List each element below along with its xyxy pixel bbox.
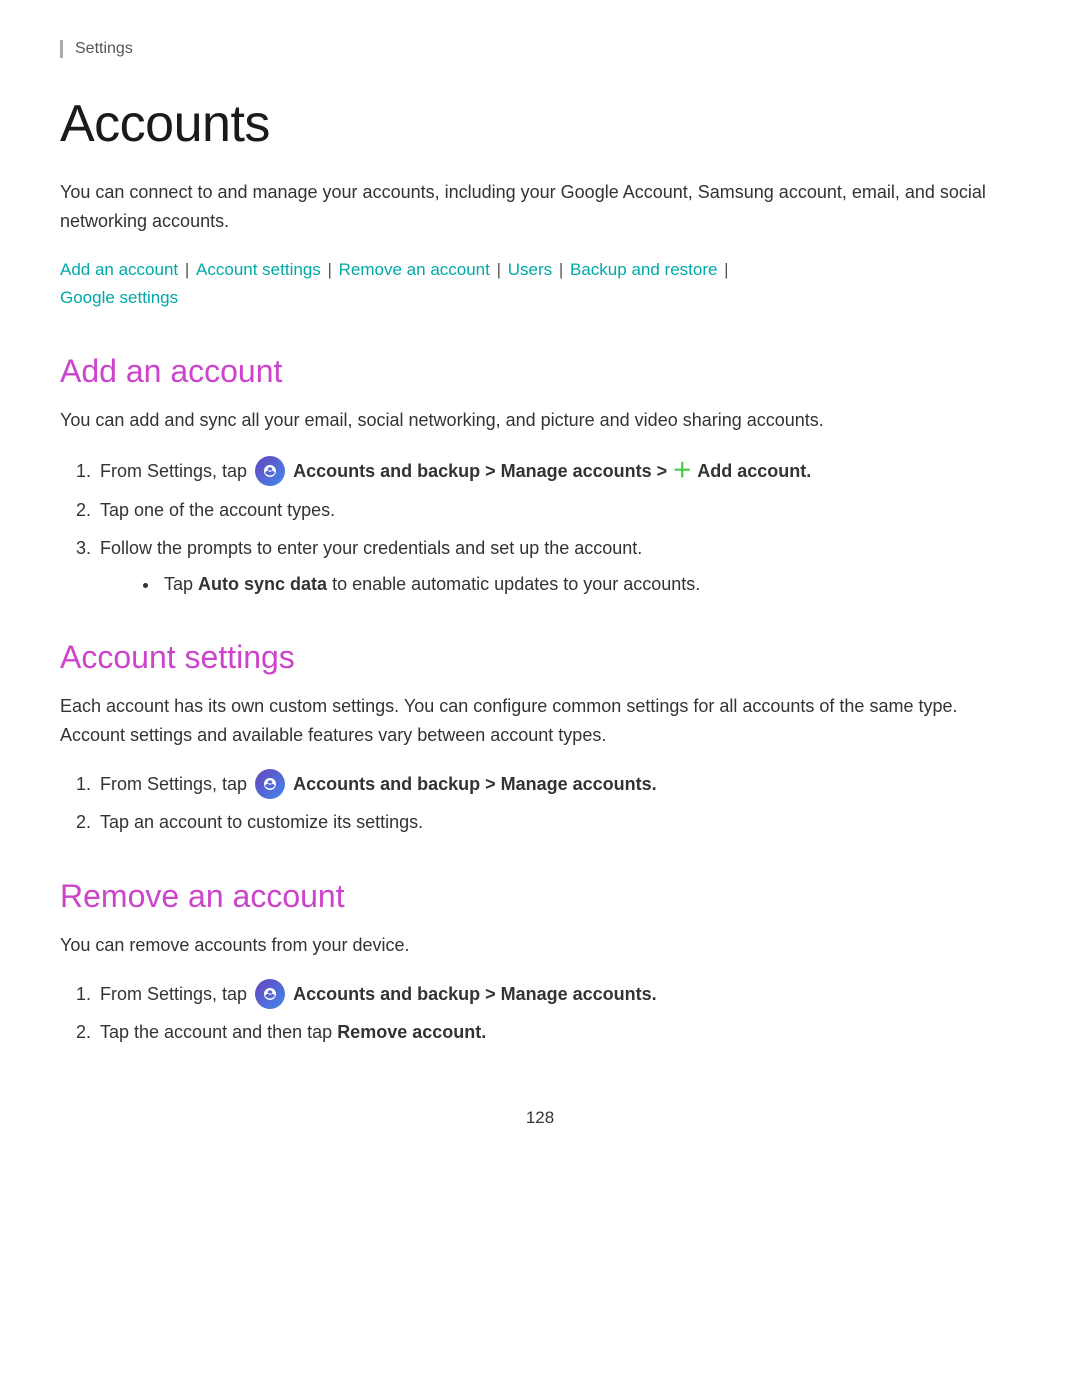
page-title: Accounts	[60, 94, 1020, 154]
step-item: Tap one of the account types.	[96, 496, 1020, 526]
step-item: Tap an account to customize its settings…	[96, 808, 1020, 838]
add-account-steps: From Settings, tap Accounts and backup >…	[96, 455, 1020, 599]
section-intro-settings: Each account has its own custom settings…	[60, 692, 1020, 750]
accounts-backup-icon-3	[255, 979, 285, 1009]
section-intro-add: You can add and sync all your email, soc…	[60, 406, 1020, 435]
step1-add-text: Add account.	[697, 461, 811, 481]
section-intro-remove: You can remove accounts from your device…	[60, 931, 1020, 960]
step-item: From Settings, tap Accounts and backup >…	[96, 980, 1020, 1010]
step-item: From Settings, tap Accounts and backup >…	[96, 455, 1020, 488]
bullet-item: Tap Auto sync data to enable automatic u…	[160, 570, 1020, 600]
step1-bold-text: Accounts and backup > Manage accounts >	[293, 461, 667, 481]
account-settings-steps: From Settings, tap Accounts and backup >…	[96, 770, 1020, 838]
step-item: From Settings, tap Accounts and backup >…	[96, 770, 1020, 800]
step-item: Follow the prompts to enter your credent…	[96, 534, 1020, 599]
section-heading-settings: Account settings	[60, 639, 1020, 676]
plus-icon: ＋	[672, 460, 692, 482]
section-remove-account: Remove an account You can remove account…	[60, 878, 1020, 1048]
quicklink-google-settings[interactable]: Google settings	[60, 288, 178, 307]
accounts-backup-icon	[255, 456, 285, 486]
intro-text: You can connect to and manage your accou…	[60, 178, 1020, 236]
separator: |	[323, 260, 337, 279]
separator: |	[492, 260, 506, 279]
bullet-list: Tap Auto sync data to enable automatic u…	[160, 570, 1020, 600]
quicklink-add-account[interactable]: Add an account	[60, 260, 178, 279]
separator: |	[180, 260, 194, 279]
quicklink-users[interactable]: Users	[508, 260, 552, 279]
step-item: Tap the account and then tap Remove acco…	[96, 1018, 1020, 1048]
separator: |	[554, 260, 568, 279]
remove-account-steps: From Settings, tap Accounts and backup >…	[96, 980, 1020, 1048]
quicklink-remove-account[interactable]: Remove an account	[339, 260, 490, 279]
section-add-account: Add an account You can add and sync all …	[60, 353, 1020, 599]
step1-settings-bold: Accounts and backup > Manage accounts.	[293, 774, 657, 794]
quicklink-backup[interactable]: Backup and restore	[570, 260, 717, 279]
section-heading-add: Add an account	[60, 353, 1020, 390]
section-heading-remove: Remove an account	[60, 878, 1020, 915]
separator: |	[719, 260, 728, 279]
quicklink-account-settings[interactable]: Account settings	[196, 260, 321, 279]
quick-links: Add an account | Account settings | Remo…	[60, 256, 1020, 314]
step1-remove-bold: Accounts and backup > Manage accounts.	[293, 984, 657, 1004]
page-number: 128	[60, 1108, 1020, 1128]
section-account-settings: Account settings Each account has its ow…	[60, 639, 1020, 838]
breadcrumb: Settings	[60, 40, 1020, 58]
accounts-backup-icon-2	[255, 769, 285, 799]
